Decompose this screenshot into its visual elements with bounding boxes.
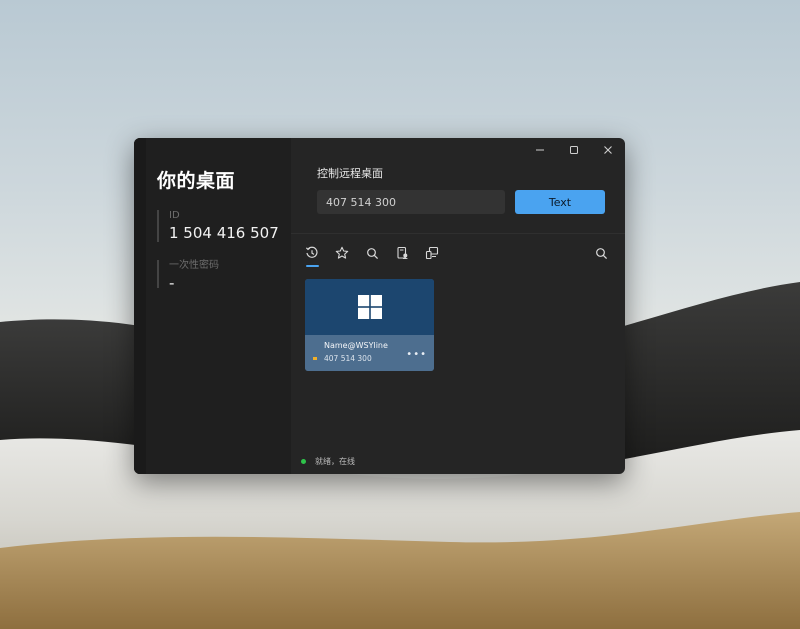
minimize-icon xyxy=(536,149,544,151)
id-block: ID 1 504 416 507 xyxy=(157,210,279,242)
windows-logo-icon xyxy=(357,295,382,319)
star-icon xyxy=(335,246,349,259)
tab-address-book[interactable] xyxy=(387,240,417,266)
peer-card-preview xyxy=(305,279,434,335)
close-icon xyxy=(604,146,612,154)
sidebar: 你的桌面 ID 1 504 416 507 一次性密码 - xyxy=(134,138,291,474)
address-book-icon xyxy=(397,246,408,259)
peer-name: Name@WSYline xyxy=(324,341,388,350)
password-value[interactable]: - xyxy=(169,273,219,293)
search-icon xyxy=(366,247,378,259)
your-desktop-title: 你的桌面 xyxy=(157,170,236,192)
maximize-button[interactable] xyxy=(557,138,591,162)
tab-favorites[interactable] xyxy=(327,240,357,266)
peer-id: 407 514 300 xyxy=(324,354,372,363)
tab-discovered[interactable] xyxy=(357,240,387,266)
password-label: 一次性密码 xyxy=(169,260,219,271)
peer-search-button[interactable] xyxy=(589,240,613,266)
minimize-button[interactable] xyxy=(523,138,557,162)
more-options-icon[interactable]: ••• xyxy=(406,349,427,360)
tab-recent[interactable] xyxy=(297,240,327,267)
divider xyxy=(291,233,625,234)
device-group-icon xyxy=(425,246,439,260)
maximize-icon xyxy=(570,146,578,154)
peer-card-info: Name@WSYline 407 514 300 ••• xyxy=(305,335,434,371)
connect-button[interactable]: Text xyxy=(515,190,605,214)
status-text: 就绪，在线 xyxy=(315,457,355,466)
history-icon xyxy=(305,246,318,258)
password-block: 一次性密码 - xyxy=(157,260,219,292)
sidebar-edge xyxy=(134,138,146,474)
window-controls xyxy=(523,138,625,162)
peer-card[interactable]: Name@WSYline 407 514 300 ••• xyxy=(305,279,434,371)
main-panel: 控制远程桌面 Text xyxy=(291,138,625,474)
app-window: 你的桌面 ID 1 504 416 507 一次性密码 - 控制远程桌面 407… xyxy=(134,138,625,474)
close-button[interactable] xyxy=(591,138,625,162)
desktop: 你的桌面 ID 1 504 416 507 一次性密码 - 控制远程桌面 407… xyxy=(0,0,800,629)
online-status-dot xyxy=(301,459,306,464)
status-bar: 就绪，在线 xyxy=(301,456,355,467)
tab-device-group[interactable] xyxy=(417,240,447,266)
peer-status-flag xyxy=(313,357,317,360)
remote-id-input[interactable] xyxy=(317,190,505,214)
id-label: ID xyxy=(169,210,180,221)
id-value[interactable]: 1 504 416 507 xyxy=(169,223,279,243)
control-remote-title: 控制远程桌面 xyxy=(317,167,383,180)
peer-tabs xyxy=(297,240,447,267)
search-icon xyxy=(595,247,607,259)
